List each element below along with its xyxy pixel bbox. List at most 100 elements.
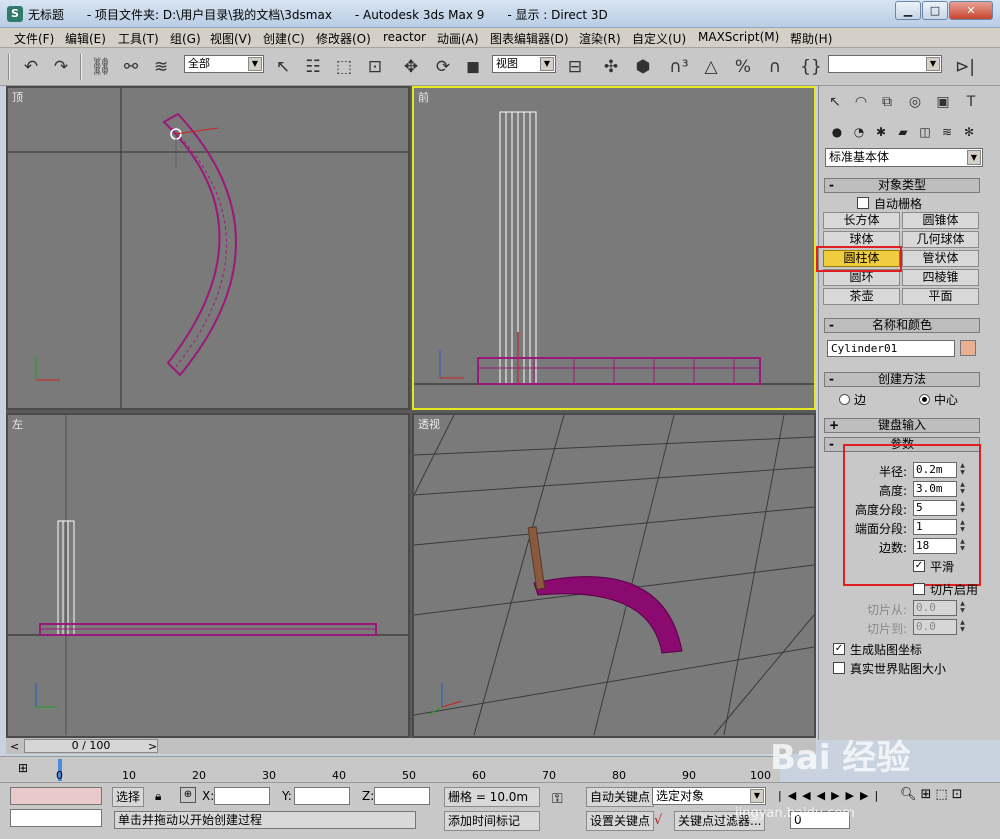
modify-tab-icon[interactable]: ◠ bbox=[849, 90, 873, 114]
window-crossing-icon[interactable]: ⊡ bbox=[362, 54, 388, 80]
object-name-field[interactable]: Cylinder01 bbox=[827, 340, 955, 357]
geosphere-button[interactable]: 几何球体 bbox=[902, 231, 979, 248]
viewport-top[interactable]: 顶 bbox=[6, 86, 410, 410]
menu-maxscript[interactable]: MAXScript(M) bbox=[698, 30, 779, 44]
creation-method-rollout[interactable]: - 创建方法 bbox=[824, 372, 980, 387]
z-coordinate-field[interactable] bbox=[374, 787, 430, 805]
space-warps-icon[interactable]: ≋ bbox=[937, 122, 957, 142]
selection-filter-dropdown[interactable]: 全部 ▼ bbox=[184, 55, 264, 73]
cameras-icon[interactable]: ▰ bbox=[893, 122, 913, 142]
key-target-dropdown[interactable]: 选定对象 ▼ bbox=[652, 787, 766, 805]
edge-radio[interactable] bbox=[839, 394, 850, 405]
mirror-icon[interactable]: ⊳| bbox=[952, 54, 978, 80]
curve-editor-icon[interactable]: ⊞ bbox=[18, 761, 28, 775]
absolute-mode-icon[interactable]: ⊕ bbox=[180, 787, 196, 803]
menu-edit[interactable]: 编辑(E) bbox=[65, 30, 106, 47]
select-and-rotate-icon[interactable]: ⟳ bbox=[430, 54, 456, 80]
set-key-button[interactable]: 设置关键点 bbox=[586, 811, 655, 831]
unlink-icon[interactable]: ⚯ bbox=[118, 54, 144, 80]
auto-key-button[interactable]: 自动关键点 bbox=[586, 787, 655, 807]
maxscript-listener[interactable] bbox=[10, 787, 102, 805]
select-and-manipulate-icon[interactable]: ✣ bbox=[598, 54, 624, 80]
menu-tools[interactable]: 工具(T) bbox=[118, 30, 159, 47]
time-forward-icon[interactable]: > bbox=[148, 740, 157, 753]
plane-button[interactable]: 平面 bbox=[902, 288, 979, 305]
x-coordinate-field[interactable] bbox=[214, 787, 270, 805]
menu-create[interactable]: 创建(C) bbox=[263, 30, 305, 47]
cone-button[interactable]: 圆锥体 bbox=[902, 212, 979, 229]
menu-group[interactable]: 组(G) bbox=[170, 30, 201, 47]
pivot-center-icon[interactable]: ⊟ bbox=[562, 54, 588, 80]
slice-on-checkbox[interactable] bbox=[913, 583, 925, 595]
center-radio[interactable] bbox=[919, 394, 930, 405]
object-category-dropdown[interactable]: 标准基本体 ▼ bbox=[825, 148, 983, 167]
auto-grid-checkbox[interactable] bbox=[857, 197, 869, 209]
menu-help[interactable]: 帮助(H) bbox=[790, 30, 832, 47]
tube-button[interactable]: 管状体 bbox=[902, 250, 979, 267]
track-bar[interactable]: ⊞ 0 10 20 30 40 50 60 70 80 90 100 bbox=[0, 756, 780, 782]
spinner-arrows-icon[interactable]: ▲ ▼ bbox=[958, 600, 967, 616]
close-button[interactable]: ✕ bbox=[949, 1, 993, 20]
lock-icon[interactable]: 🔒︎ bbox=[155, 789, 161, 804]
box-button[interactable]: 长方体 bbox=[823, 212, 900, 229]
viewport-label-perspective[interactable]: 透视 bbox=[418, 416, 440, 432]
add-time-tag-button[interactable]: 添加时间标记 bbox=[444, 811, 540, 831]
pyramid-button[interactable]: 四棱锥 bbox=[902, 269, 979, 286]
helpers-icon[interactable]: ◫ bbox=[915, 122, 935, 142]
viewport-perspective[interactable]: 透视 bbox=[412, 413, 816, 738]
named-selection-dropdown[interactable]: ▼ bbox=[828, 55, 942, 73]
bind-space-warp-icon[interactable]: ≋ bbox=[148, 54, 174, 80]
slice-from-spinner[interactable]: 0.0 ▲ ▼ bbox=[913, 600, 967, 616]
lights-icon[interactable]: ✱ bbox=[871, 122, 891, 142]
percent-snap-icon[interactable]: % bbox=[730, 54, 756, 80]
viewport-label-top[interactable]: 顶 bbox=[12, 89, 23, 105]
reference-coordinate-dropdown[interactable]: 视图 ▼ bbox=[492, 55, 556, 73]
menu-graph-editors[interactable]: 图表编辑器(D) bbox=[490, 30, 569, 47]
slice-to-value[interactable]: 0.0 bbox=[913, 619, 957, 635]
angle-snap-icon[interactable]: △ bbox=[698, 54, 724, 80]
menu-reactor[interactable]: reactor bbox=[383, 30, 426, 44]
menu-modifiers[interactable]: 修改器(O) bbox=[316, 30, 371, 47]
time-slider[interactable]: < 0 / 100 > bbox=[6, 738, 816, 754]
edit-named-selection-icon[interactable]: {} bbox=[798, 54, 824, 80]
keyboard-entry-rollout[interactable]: + 键盘输入 bbox=[824, 418, 980, 433]
snaps-toggle-icon[interactable]: ∩³ bbox=[666, 54, 692, 80]
select-and-move-icon[interactable]: ✥ bbox=[398, 54, 424, 80]
real-world-map-checkbox[interactable] bbox=[833, 662, 845, 674]
shapes-icon[interactable]: ◔ bbox=[849, 122, 869, 142]
motion-tab-icon[interactable]: ◎ bbox=[903, 90, 927, 114]
viewport-left[interactable]: 左 bbox=[6, 413, 410, 738]
generate-mapping-checkbox[interactable]: ✓ bbox=[833, 643, 845, 655]
object-color-swatch[interactable] bbox=[960, 340, 976, 356]
viewport-label-front[interactable]: 前 bbox=[418, 89, 429, 105]
key-icon[interactable]: ⚿ bbox=[552, 791, 563, 807]
teapot-button[interactable]: 茶壶 bbox=[823, 288, 900, 305]
key-mode-icon[interactable]: √ bbox=[654, 813, 662, 828]
y-coordinate-field[interactable] bbox=[294, 787, 350, 805]
select-object-icon[interactable]: ↖ bbox=[270, 54, 296, 80]
slice-to-spinner[interactable]: 0.0 ▲ ▼ bbox=[913, 619, 967, 635]
viewport-label-left[interactable]: 左 bbox=[12, 416, 23, 432]
select-by-name-icon[interactable]: ☷ bbox=[300, 54, 326, 80]
slice-from-value[interactable]: 0.0 bbox=[913, 600, 957, 616]
viewport-front[interactable]: 前 bbox=[412, 86, 816, 410]
app-icon[interactable]: S bbox=[7, 6, 23, 22]
select-and-scale-icon[interactable]: ◼ bbox=[460, 54, 486, 80]
time-slider-thumb[interactable]: 0 / 100 bbox=[24, 739, 158, 753]
utilities-tab-icon[interactable]: T bbox=[959, 90, 983, 114]
spinner-snap-icon[interactable]: ∩ bbox=[762, 54, 788, 80]
undo-icon[interactable]: ↶ bbox=[18, 54, 44, 80]
object-type-rollout[interactable]: - 对象类型 bbox=[824, 178, 980, 193]
redo-icon[interactable]: ↷ bbox=[48, 54, 74, 80]
hierarchy-tab-icon[interactable]: ⧉ bbox=[875, 90, 899, 114]
display-tab-icon[interactable]: ▣ bbox=[931, 90, 955, 114]
menu-customize[interactable]: 自定义(U) bbox=[632, 30, 686, 47]
spinner-arrows-icon[interactable]: ▲ ▼ bbox=[958, 619, 967, 635]
maxscript-listener-output[interactable] bbox=[10, 809, 102, 827]
time-back-icon[interactable]: < bbox=[10, 740, 19, 753]
maximize-button[interactable]: □ bbox=[922, 1, 948, 20]
name-and-color-rollout[interactable]: - 名称和颜色 bbox=[824, 318, 980, 333]
minimize-button[interactable]: ▁ bbox=[895, 1, 921, 20]
rectangular-selection-icon[interactable]: ⬚ bbox=[331, 54, 357, 80]
select-and-link-icon[interactable]: ⛓ bbox=[88, 54, 114, 80]
